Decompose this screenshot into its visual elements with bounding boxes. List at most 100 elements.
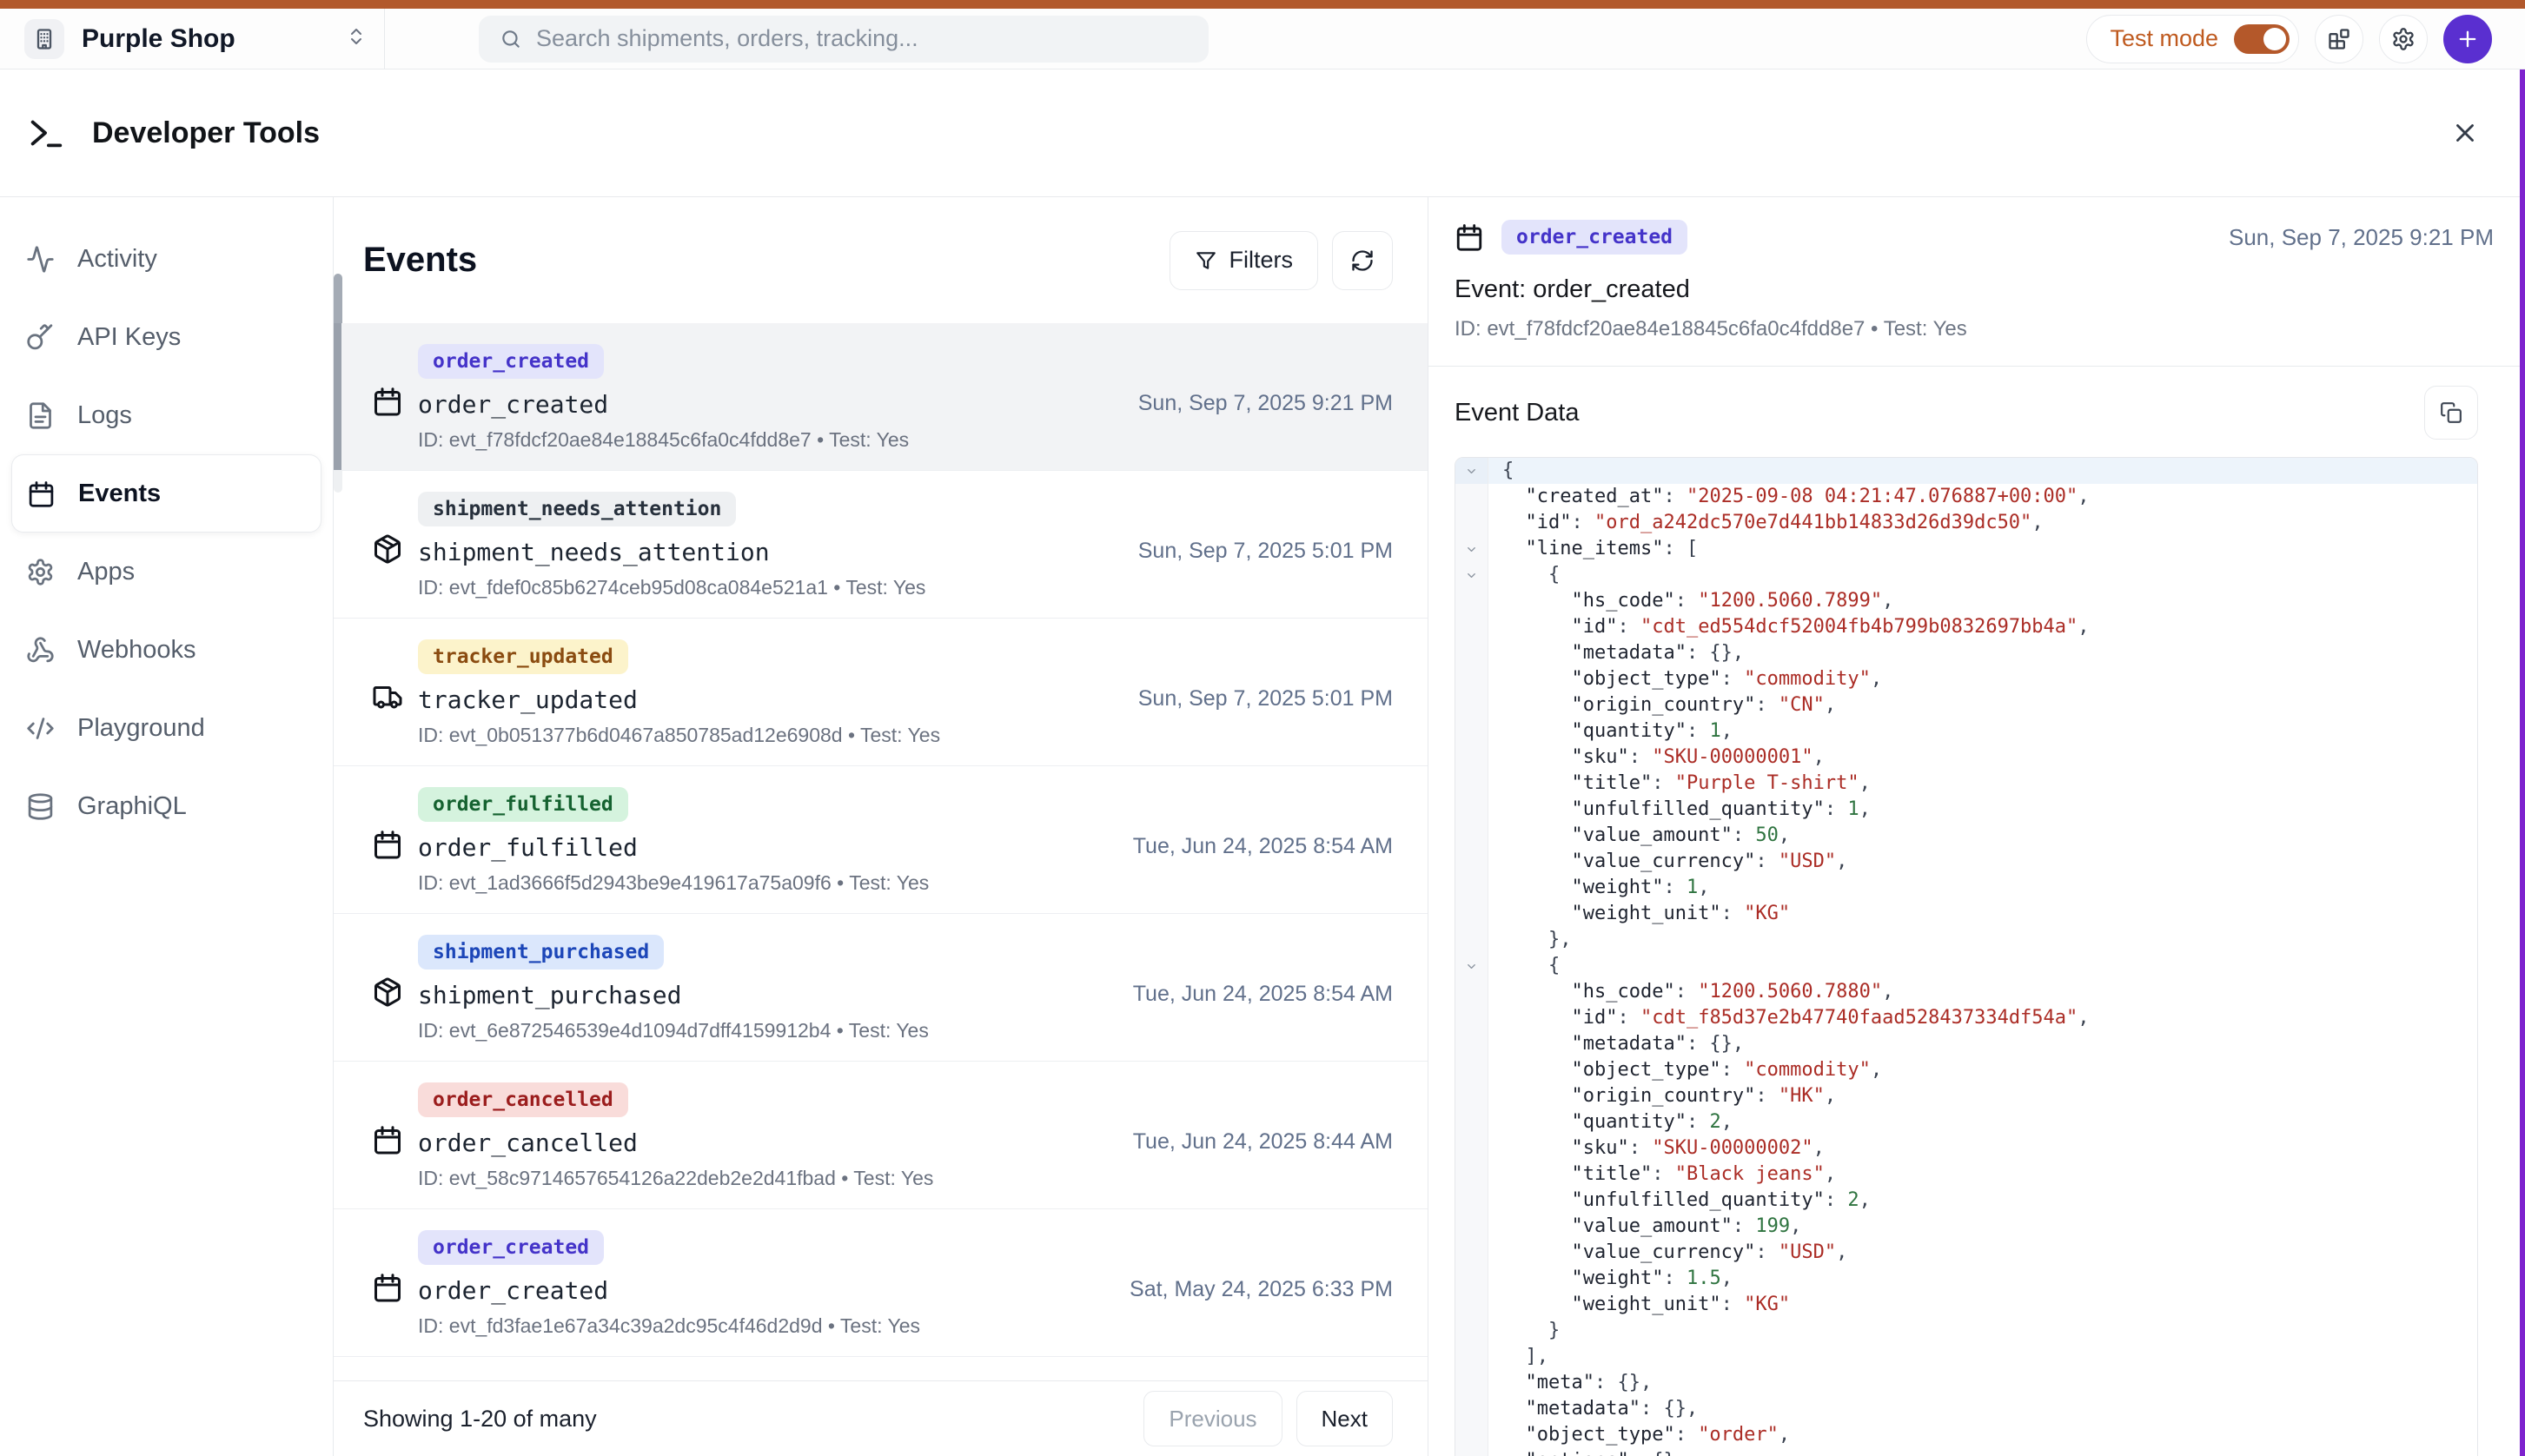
terminal-icon xyxy=(26,113,66,153)
json-code-text: { xyxy=(1488,458,1514,484)
sidebar-item-webhooks[interactable]: Webhooks xyxy=(0,611,333,689)
gutter-cell xyxy=(1455,1083,1488,1109)
json-code-text: "title": "Black jeans", xyxy=(1488,1161,1836,1188)
gutter-cell xyxy=(1455,1214,1488,1240)
test-mode-pill: Test mode xyxy=(2086,15,2299,63)
event-detail-panel: order_created Sun, Sep 7, 2025 9:21 PM E… xyxy=(1428,197,2525,1456)
json-code-text: "id": "cdt_f85d37e2b47740faad528437334df… xyxy=(1488,1005,2090,1031)
json-line: ], xyxy=(1455,1344,2477,1370)
gutter-cell xyxy=(1455,510,1488,536)
gutter-cell xyxy=(1455,1292,1488,1318)
gutter-cell xyxy=(1455,849,1488,875)
search-input[interactable] xyxy=(536,25,1162,52)
gutter-cell xyxy=(1455,771,1488,797)
json-code-text: "object_type": "commodity", xyxy=(1488,1057,1882,1083)
collapse-toggle[interactable] xyxy=(1455,458,1488,484)
sidebar-item-apps[interactable]: Apps xyxy=(0,533,333,611)
json-line: "quantity": 1, xyxy=(1455,718,2477,745)
event-row[interactable]: shipment_purchased shipment_purchased ID… xyxy=(334,914,1428,1062)
test-mode-top-stripe xyxy=(0,0,2525,9)
json-code-text: { xyxy=(1488,953,1560,979)
json-line: "unfulfilled_quantity": 2, xyxy=(1455,1188,2477,1214)
gutter-cell xyxy=(1455,823,1488,849)
collapse-toggle[interactable] xyxy=(1455,953,1488,979)
gear-icon xyxy=(26,558,55,586)
sidebar-item-label: Logs xyxy=(77,401,132,430)
event-type-badge: order_cancelled xyxy=(418,1082,628,1117)
json-code-text: "object_type": "order", xyxy=(1488,1422,1790,1448)
gutter-cell xyxy=(1455,1318,1488,1344)
list-gap xyxy=(334,1357,1428,1380)
event-date: Sun, Sep 7, 2025 5:01 PM xyxy=(1138,686,1393,711)
json-line: { xyxy=(1455,953,2477,979)
chevron-up-down-icon xyxy=(346,26,367,51)
gutter-cell xyxy=(1455,1005,1488,1031)
event-row[interactable]: order_created order_created ID: evt_f78f… xyxy=(334,323,1428,471)
json-code-text: "hs_code": "1200.5060.7899", xyxy=(1488,588,1893,614)
main-area: Activity API Keys Logs Events Apps Webho… xyxy=(0,197,2525,1456)
next-button[interactable]: Next xyxy=(1296,1391,1393,1446)
create-new-button[interactable] xyxy=(2443,15,2492,63)
gutter-cell xyxy=(1455,1188,1488,1214)
json-code-text: "options": {}, xyxy=(1488,1448,1687,1456)
app-bar: Purple Shop Test mode xyxy=(0,9,2525,69)
event-detail-badge-row: order_created Sun, Sep 7, 2025 9:21 PM xyxy=(1455,220,2494,255)
developer-tools-bar: Developer Tools xyxy=(0,69,2525,197)
event-row[interactable]: order_created order_created ID: evt_fd3f… xyxy=(334,1209,1428,1357)
event-date: Tue, Jun 24, 2025 8:54 AM xyxy=(1133,834,1393,859)
workspace-switcher[interactable]: Purple Shop xyxy=(0,9,385,69)
event-row[interactable]: order_cancelled order_cancelled ID: evt_… xyxy=(334,1062,1428,1209)
gutter-cell xyxy=(1455,1109,1488,1135)
json-code-text: "id": "cdt_ed554dcf52004fb4b799b0832697b… xyxy=(1488,614,2090,640)
search-bar[interactable] xyxy=(479,16,1209,63)
sidebar-item-graphiql[interactable]: GraphiQL xyxy=(0,767,333,845)
settings-button[interactable] xyxy=(2379,15,2428,63)
event-row[interactable]: shipment_needs_attention shipment_needs_… xyxy=(334,471,1428,619)
event-meta: ID: evt_0b051377b6d0467a850785ad12e6908d… xyxy=(418,724,1428,747)
event-row[interactable]: tracker_updated tracker_updated ID: evt_… xyxy=(334,619,1428,766)
json-line: "metadata": {}, xyxy=(1455,1031,2477,1057)
event-date: Sun, Sep 7, 2025 5:01 PM xyxy=(1138,539,1393,564)
json-code-text: "value_currency": "USD", xyxy=(1488,1240,1847,1266)
plus-icon xyxy=(2455,27,2480,51)
json-line: "object_type": "commodity", xyxy=(1455,666,2477,692)
json-code-text: "value_currency": "USD", xyxy=(1488,849,1847,875)
json-code-text: "meta": {}, xyxy=(1488,1370,1652,1396)
filters-button[interactable]: Filters xyxy=(1170,231,1319,290)
event-meta: ID: evt_fd3fae1e67a34c39a2dc95c4f46d2d9d… xyxy=(418,1314,1428,1338)
event-row[interactable]: order_fulfilled order_fulfilled ID: evt_… xyxy=(334,766,1428,914)
calendar-icon xyxy=(27,480,56,508)
previous-button[interactable]: Previous xyxy=(1143,1391,1282,1446)
sidebar-item-activity[interactable]: Activity xyxy=(0,220,333,298)
gutter-cell xyxy=(1455,1031,1488,1057)
event-meta: ID: evt_58c9714657654126a22deb2e2d41fbad… xyxy=(418,1167,1428,1190)
pagination-footer: Showing 1-20 of many Previous Next xyxy=(334,1380,1428,1456)
json-line: "object_type": "commodity", xyxy=(1455,1057,2477,1083)
sidebar-item-api-keys[interactable]: API Keys xyxy=(0,298,333,376)
copy-json-button[interactable] xyxy=(2424,386,2478,440)
json-code-text: "line_items": [ xyxy=(1488,536,1698,562)
calendar-icon xyxy=(372,829,403,860)
sidebar-item-logs[interactable]: Logs xyxy=(0,376,333,454)
event-type-badge: tracker_updated xyxy=(418,639,628,674)
refresh-icon xyxy=(1350,248,1375,273)
collapse-toggle[interactable] xyxy=(1455,562,1488,588)
event-meta: ID: evt_1ad3666f5d2943be9e419617a75a09f6… xyxy=(418,871,1428,895)
activity-icon xyxy=(26,245,55,274)
gutter-cell xyxy=(1455,692,1488,718)
gutter-cell xyxy=(1455,979,1488,1005)
test-mode-toggle[interactable] xyxy=(2234,24,2290,54)
event-date: Sat, May 24, 2025 6:33 PM xyxy=(1130,1277,1393,1302)
collapse-toggle[interactable] xyxy=(1455,536,1488,562)
close-button[interactable] xyxy=(2450,118,2480,148)
json-line: "value_currency": "USD", xyxy=(1455,1240,2477,1266)
event-date: Sun, Sep 7, 2025 9:21 PM xyxy=(2229,224,2494,251)
json-code-text: "created_at": "2025-09-08 04:21:47.07688… xyxy=(1488,484,2090,510)
apps-grid-button[interactable] xyxy=(2315,15,2363,63)
gutter-cell xyxy=(1455,718,1488,745)
refresh-button[interactable] xyxy=(1332,231,1393,290)
package-icon xyxy=(372,533,403,565)
sidebar-item-events[interactable]: Events xyxy=(11,454,321,533)
sidebar-item-playground[interactable]: Playground xyxy=(0,689,333,767)
json-line: "sku": "SKU-00000001", xyxy=(1455,745,2477,771)
